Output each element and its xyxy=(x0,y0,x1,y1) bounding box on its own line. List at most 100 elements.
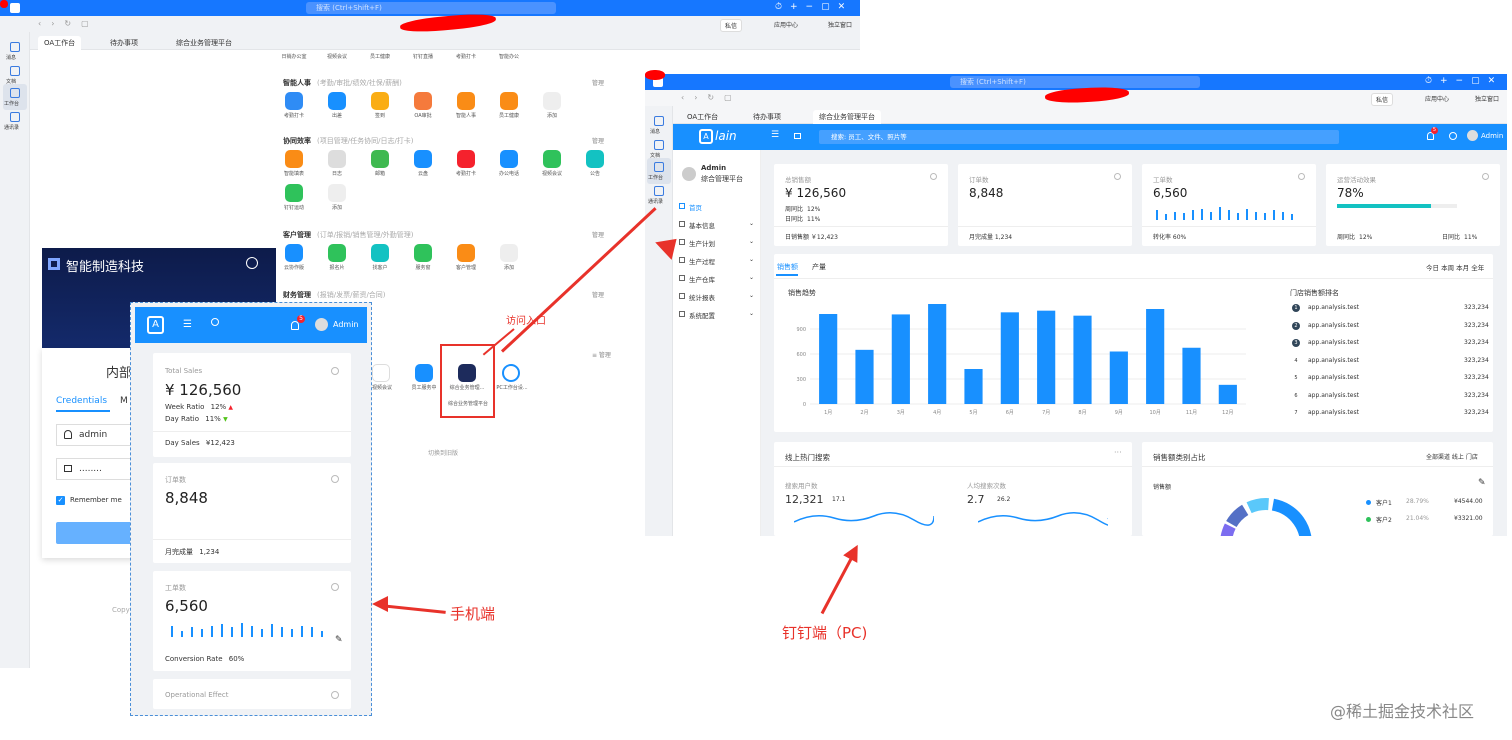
bar[interactable] xyxy=(1146,309,1165,404)
rank-name[interactable]: app.analysis.test xyxy=(1308,374,1359,381)
user-name[interactable]: Admin xyxy=(1481,132,1503,140)
tab-todo[interactable]: 待办事项 xyxy=(104,36,144,50)
angular-logo-icon[interactable]: A xyxy=(147,316,164,334)
chevron-down-icon[interactable]: ⌄ xyxy=(749,238,754,245)
bar[interactable] xyxy=(819,314,838,404)
magic-icon[interactable]: ✎ xyxy=(335,635,343,645)
user-name[interactable]: Admin xyxy=(333,320,359,329)
bar[interactable] xyxy=(891,314,910,404)
rank-name[interactable]: app.analysis.test xyxy=(1308,322,1359,329)
chevron-down-icon[interactable]: ⌄ xyxy=(749,274,754,281)
bar[interactable] xyxy=(1073,315,1092,404)
info-icon[interactable] xyxy=(1482,173,1489,180)
magic-icon[interactable]: ✎ xyxy=(1478,478,1486,488)
info-icon[interactable] xyxy=(331,583,339,591)
lock-icon[interactable] xyxy=(794,133,801,139)
manage-link[interactable]: 管理 xyxy=(592,78,604,87)
remember-checkbox[interactable]: ✓ xyxy=(56,496,65,505)
app-icon[interactable] xyxy=(500,150,518,168)
global-search[interactable]: 搜索 (Ctrl+Shift+F) xyxy=(950,76,1200,88)
info-icon[interactable] xyxy=(331,691,339,699)
platform-app-icon[interactable] xyxy=(458,364,476,382)
manage-link[interactable]: ≡ 管理 xyxy=(592,350,611,359)
rank-name[interactable]: app.analysis.test xyxy=(1308,304,1359,311)
app-icon[interactable] xyxy=(543,150,561,168)
app-icon[interactable] xyxy=(371,244,389,262)
tab-credentials[interactable]: Credentials xyxy=(56,396,107,406)
menu-icon[interactable]: ☰ xyxy=(771,130,779,140)
gear-icon[interactable] xyxy=(502,364,520,382)
info-icon[interactable] xyxy=(1114,173,1121,180)
workbench-icon[interactable] xyxy=(10,88,20,98)
info-icon[interactable] xyxy=(331,367,339,375)
app-icon[interactable] xyxy=(328,150,346,168)
app-icon[interactable] xyxy=(457,150,475,168)
add-icon[interactable] xyxy=(543,92,561,110)
info-icon[interactable] xyxy=(331,475,339,483)
app-icon[interactable] xyxy=(586,150,604,168)
bar[interactable] xyxy=(855,349,874,404)
bell-icon[interactable] xyxy=(291,321,299,330)
angular-logo-icon[interactable]: A xyxy=(699,129,713,144)
bar[interactable] xyxy=(964,369,983,404)
app-icon[interactable] xyxy=(285,244,303,262)
window-controls[interactable]: ⏱+−▢✕ xyxy=(1425,76,1503,86)
info-icon[interactable] xyxy=(1298,173,1305,180)
menu-item-6[interactable]: 系统配置 xyxy=(689,310,715,320)
messages-button[interactable]: 私信 xyxy=(720,19,743,32)
window-controls[interactable]: ⏱+−▢✕ xyxy=(775,2,853,12)
tab-todo[interactable]: 待办事项 xyxy=(747,110,787,124)
app-icon[interactable] xyxy=(457,92,475,110)
add-icon[interactable] xyxy=(500,244,518,262)
globe-icon[interactable] xyxy=(246,257,258,269)
nav-arrows[interactable]: ‹›↻▢ xyxy=(681,93,742,102)
bar[interactable] xyxy=(1109,351,1128,405)
app-icon[interactable] xyxy=(414,92,432,110)
menu-icon[interactable]: ☰ xyxy=(183,319,192,330)
period-selector[interactable]: 今日 本周 本月 全年 xyxy=(1426,262,1484,272)
switch-old-link[interactable]: 切换到旧版 xyxy=(428,448,458,457)
more-icon[interactable]: ··· xyxy=(1114,448,1122,457)
menu-item-4[interactable]: 生产仓库 xyxy=(689,274,715,284)
manage-link[interactable]: 管理 xyxy=(592,136,604,145)
avatar[interactable] xyxy=(315,318,328,331)
nav-arrows[interactable]: ‹›↻▢ xyxy=(38,19,99,28)
doc-icon[interactable] xyxy=(10,66,20,76)
messages-button[interactable]: 私信 xyxy=(1371,93,1394,106)
info-icon[interactable] xyxy=(930,173,937,180)
tab-oa[interactable]: OA工作台 xyxy=(681,110,724,124)
global-search[interactable]: 搜索 (Ctrl+Shift+F) xyxy=(306,2,556,14)
tab-mobile[interactable]: M xyxy=(120,396,128,406)
tab-oa[interactable]: OA工作台 xyxy=(38,36,82,50)
monitor-app-icon[interactable] xyxy=(372,364,390,382)
app-icon[interactable] xyxy=(371,92,389,110)
chevron-down-icon[interactable]: ⌄ xyxy=(749,220,754,227)
bar[interactable] xyxy=(1182,347,1201,404)
header-search[interactable]: 搜索: 员工、文件、照片等 xyxy=(819,130,1339,144)
rank-name[interactable]: app.analysis.test xyxy=(1308,392,1359,399)
channel-selector[interactable]: 全部渠道 线上 门店 xyxy=(1426,452,1478,461)
app-logo-icon[interactable] xyxy=(10,3,20,13)
doc-icon[interactable] xyxy=(654,140,664,150)
app-center-button[interactable]: 应用中心 xyxy=(1425,94,1449,103)
app-icon[interactable] xyxy=(285,150,303,168)
bar[interactable] xyxy=(1000,312,1019,404)
app-icon[interactable] xyxy=(500,92,518,110)
menu-item-3[interactable]: 生产过程 xyxy=(689,256,715,266)
tab-sales[interactable]: 销售额 xyxy=(777,262,798,272)
manage-link[interactable]: 管理 xyxy=(592,230,604,239)
chevron-down-icon[interactable]: ⌄ xyxy=(749,256,754,263)
bar[interactable] xyxy=(928,304,947,404)
bar[interactable] xyxy=(1218,384,1237,404)
app-icon[interactable] xyxy=(414,244,432,262)
chevron-down-icon[interactable]: ⌄ xyxy=(749,292,754,299)
tab-platform[interactable]: 综合业务管理平台 xyxy=(813,110,881,124)
menu-item-0[interactable]: 首页 xyxy=(689,202,702,212)
app-icon[interactable] xyxy=(371,150,389,168)
tab-platform[interactable]: 综合业务管理平台 xyxy=(170,36,238,50)
app-center-button[interactable]: 应用中心 xyxy=(774,20,798,29)
rank-name[interactable]: app.analysis.test xyxy=(1308,357,1359,364)
message-icon[interactable] xyxy=(10,42,20,52)
service-app-icon[interactable] xyxy=(415,364,433,382)
settings-icon[interactable] xyxy=(1449,132,1457,140)
